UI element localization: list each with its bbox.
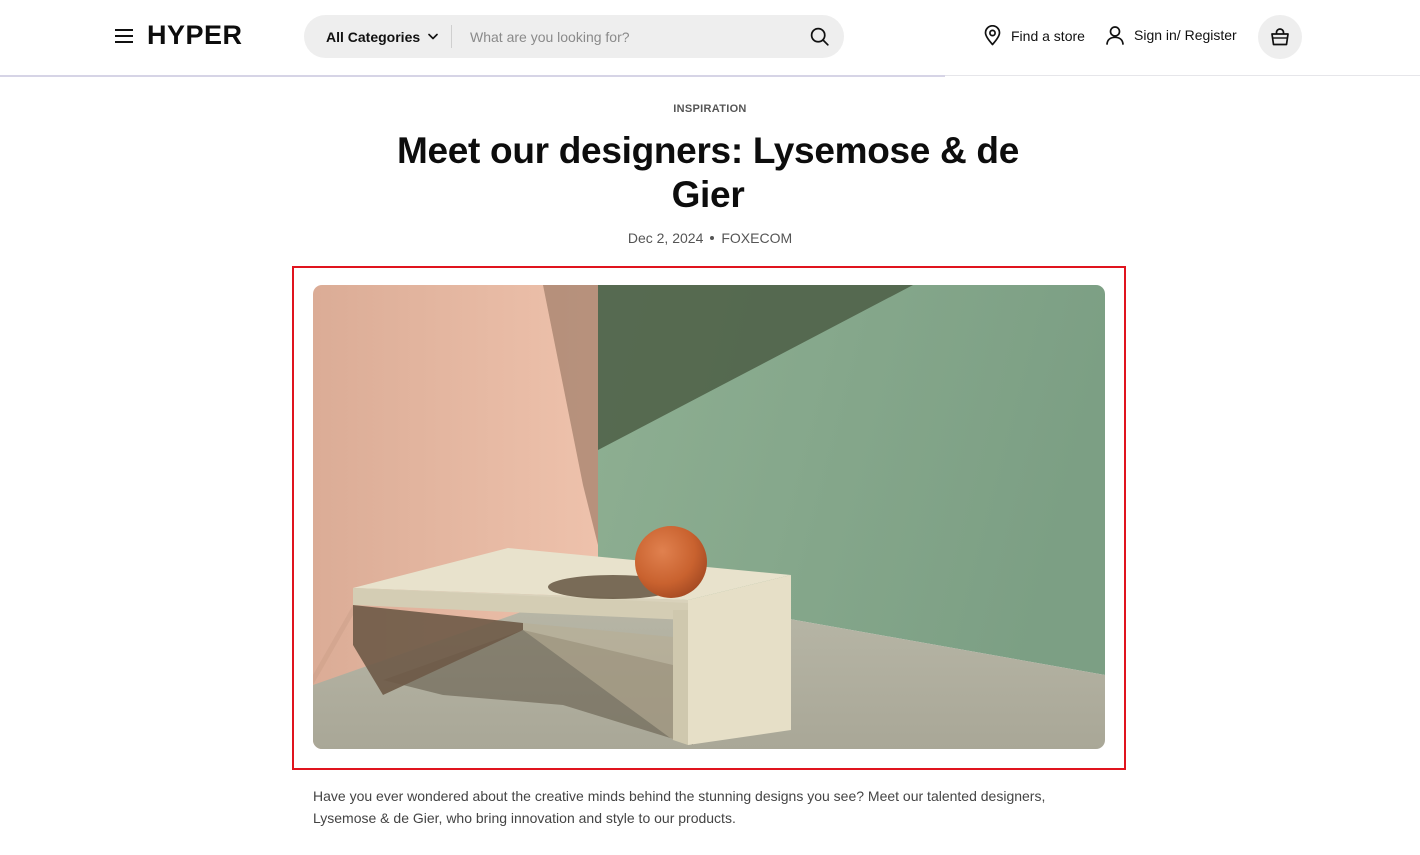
search-icon[interactable] xyxy=(809,26,830,47)
hero-image-illustration xyxy=(313,285,1105,749)
shopping-bag-icon xyxy=(1271,28,1289,46)
find-store-link[interactable]: Find a store xyxy=(983,25,1085,46)
article-intro: Have you ever wondered about the creativ… xyxy=(313,788,1046,826)
article-category[interactable]: INSPIRATION xyxy=(0,103,1420,115)
meta-separator xyxy=(710,235,715,240)
cart-button[interactable] xyxy=(1258,15,1302,59)
header-scroll-indicator xyxy=(0,75,945,77)
find-store-label: Find a store xyxy=(1011,27,1085,44)
article-author: FOXECOM xyxy=(721,230,793,246)
search-input[interactable] xyxy=(464,15,794,58)
search-bar: All Categories xyxy=(304,15,844,58)
location-pin-icon xyxy=(984,25,1001,46)
sign-in-link[interactable]: Sign in/ Register xyxy=(1105,25,1237,45)
category-select[interactable]: All Categories xyxy=(326,15,438,58)
article-date: Dec 2, 2024 xyxy=(627,230,704,246)
menu-icon[interactable] xyxy=(115,26,137,46)
user-icon xyxy=(1106,26,1124,45)
search-divider xyxy=(451,25,452,48)
site-header: HYPER All Categories Find a store Sign i… xyxy=(0,0,1420,76)
site-logo[interactable]: HYPER xyxy=(147,20,243,51)
sign-in-label: Sign in/ Register xyxy=(1134,27,1237,43)
article-meta: Dec 2, 2024 FOXECOM xyxy=(0,230,1420,246)
hero-image xyxy=(313,285,1105,749)
category-select-label: All Categories xyxy=(326,28,421,45)
article-title: Meet our designers: Lysemose & de Gier xyxy=(396,130,1020,215)
chevron-down-icon xyxy=(428,33,438,40)
